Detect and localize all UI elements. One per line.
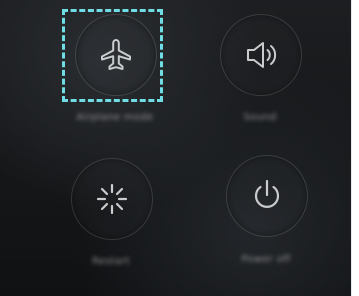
speaker-icon	[241, 35, 281, 75]
restart-icon	[92, 179, 132, 219]
restart-button[interactable]	[71, 158, 153, 240]
focus-highlight-box	[62, 9, 163, 102]
sound-label: Sound	[243, 112, 277, 123]
sound-button[interactable]	[220, 14, 302, 96]
power-icon	[247, 176, 287, 216]
power-off-button[interactable]	[226, 155, 308, 237]
power-off-label: Power off	[241, 254, 291, 265]
restart-label: Restart	[91, 256, 131, 267]
power-menu-screen: Airplane mode Sound Restart Power off	[0, 0, 352, 296]
airplane-mode-label: Airplane mode	[76, 112, 154, 123]
